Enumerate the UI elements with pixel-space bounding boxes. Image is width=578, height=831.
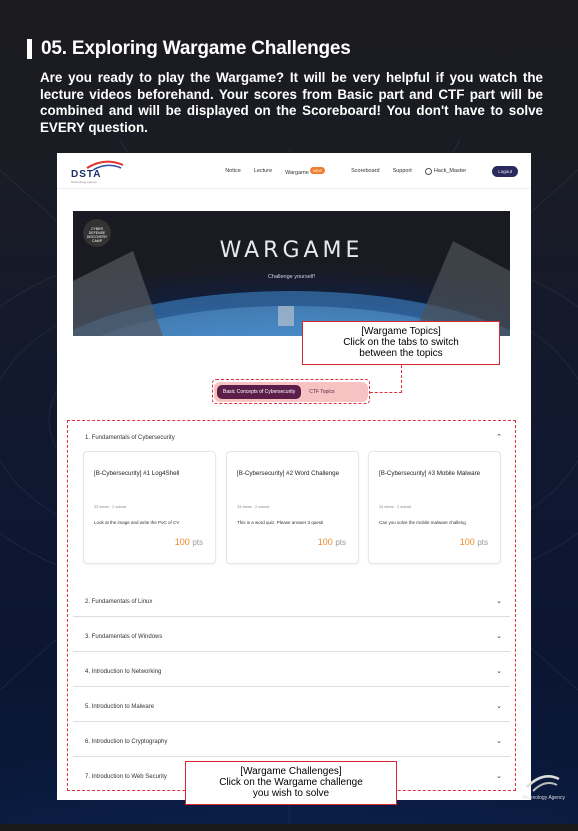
callout-challenges-line3: you wish to solve: [252, 788, 330, 799]
wargame-banner: CYBER DEFENSE DISCOVERY CAMP WARGAME Cha…: [73, 211, 510, 336]
username: Hack_Master: [433, 168, 467, 174]
logo-subtext: Technology Agency: [71, 180, 97, 184]
menu-lecture[interactable]: Lecture: [254, 168, 272, 174]
new-badge: NEW: [309, 166, 326, 174]
menu-notice[interactable]: Notice: [225, 168, 241, 174]
logout-button[interactable]: Logout: [492, 165, 518, 177]
user-profile[interactable]: Hack_Master: [424, 167, 479, 175]
menu-wargame-label: Wargame: [285, 169, 309, 176]
swoosh-logo-icon: [526, 775, 561, 792]
callout-wargame-topics: [Wargame Topics] Click on the tabs to sw…: [302, 321, 500, 365]
tabs-leader-h: [370, 392, 402, 393]
section-intro: Are you ready to play the Wargame? It wi…: [40, 70, 543, 135]
challenges-highlight: [67, 420, 516, 791]
main-menu: Notice Lecture Wargame NEW Scoreboard Sup…: [225, 153, 531, 189]
top-nav: DSTA Technology Agency Notice Lecture Wa…: [57, 153, 531, 189]
dsta-logo[interactable]: DSTA Technology Agency: [71, 159, 126, 184]
callout-topics-line3: between the topics: [359, 348, 443, 359]
corner-text: Technology Agency: [521, 795, 565, 801]
tabs-highlight: [212, 379, 370, 404]
callout-topics-line1: [Wargame Topics]: [361, 326, 441, 337]
logo-text: DSTA: [71, 169, 102, 180]
callout-topics-line2: Click on the tabs to switch: [343, 337, 459, 348]
header-bar: [27, 39, 32, 59]
callout-wargame-challenges: [Wargame Challenges] Click on the Wargam…: [185, 761, 397, 805]
corner-logo: Technology Agency: [522, 771, 565, 801]
section-header: 05. Exploring Wargame Challenges: [27, 38, 351, 60]
user-icon: [424, 167, 432, 175]
bottom-bar: [0, 824, 578, 831]
menu-support[interactable]: Support: [393, 168, 412, 174]
banner-title: WARGAME: [219, 238, 364, 263]
banner-subtitle: Challenge yourself!: [267, 274, 316, 280]
menu-scoreboard[interactable]: Scoreboard: [351, 168, 379, 174]
menu-wargame[interactable]: Wargame NEW: [285, 166, 338, 176]
callout-challenges-line2: Click on the Wargame challenge: [219, 777, 363, 788]
tabs-leader-v: [401, 365, 402, 393]
section-title: 05. Exploring Wargame Challenges: [41, 38, 351, 59]
callout-challenges-line1: [Wargame Challenges]: [240, 766, 342, 777]
